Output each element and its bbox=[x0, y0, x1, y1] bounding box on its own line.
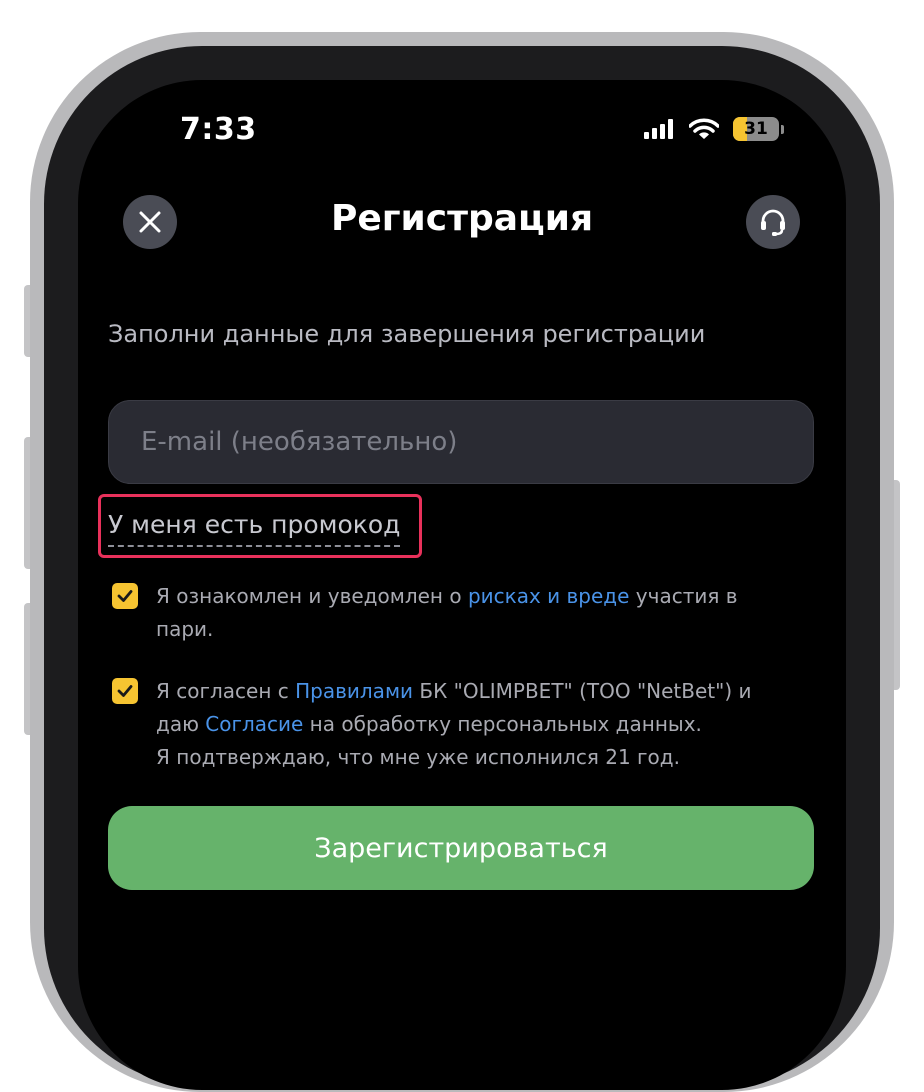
email-field[interactable] bbox=[108, 400, 814, 484]
rules-consent-text: Я согласен с Правилами БК "OLIMPBET" (ТО… bbox=[156, 675, 786, 774]
promo-code-link[interactable]: У меня есть промокод bbox=[108, 510, 401, 547]
rules-text-before: Я согласен с bbox=[156, 679, 296, 703]
register-button[interactable]: Зарегистрироваться bbox=[108, 806, 814, 890]
battery-icon: 31 bbox=[733, 117, 779, 141]
page-title: Регистрация bbox=[330, 198, 594, 239]
wifi-icon bbox=[689, 118, 719, 139]
battery-tip bbox=[781, 124, 784, 134]
risk-consent-row: Я ознакомлен и уведомлен о рисках и вред… bbox=[112, 580, 786, 646]
risk-consent-text: Я ознакомлен и уведомлен о рисках и вред… bbox=[156, 580, 786, 646]
consent-link[interactable]: Согласие bbox=[205, 712, 303, 736]
risk-text-before: Я ознакомлен и уведомлен о bbox=[156, 584, 468, 608]
screen: 7:33 31 Регистрация Заполни данные для з… bbox=[78, 80, 846, 1090]
risks-link[interactable]: рисках и вреде bbox=[468, 584, 630, 608]
cellular-signal-icon bbox=[644, 119, 673, 139]
form-subtitle: Заполни данные для завершения регистраци… bbox=[108, 320, 706, 348]
headset-icon bbox=[761, 209, 785, 236]
status-time: 7:33 bbox=[180, 112, 257, 147]
checkmark-icon bbox=[117, 685, 133, 697]
status-icons: 31 bbox=[644, 117, 784, 141]
checkmark-icon bbox=[117, 590, 133, 602]
rules-consent-checkbox[interactable] bbox=[112, 678, 138, 704]
battery-level: 31 bbox=[744, 119, 768, 139]
rules-link[interactable]: Правилами bbox=[295, 679, 413, 703]
email-input[interactable] bbox=[139, 426, 813, 458]
rules-text-after: на обработку персональных данных. bbox=[303, 712, 702, 736]
risk-consent-checkbox[interactable] bbox=[112, 583, 138, 609]
age-confirmation-text: Я подтверждаю, что мне уже исполнился 21… bbox=[156, 745, 680, 769]
rules-consent-row: Я согласен с Правилами БК "OLIMPBET" (ТО… bbox=[112, 675, 786, 774]
support-button[interactable] bbox=[746, 195, 800, 249]
